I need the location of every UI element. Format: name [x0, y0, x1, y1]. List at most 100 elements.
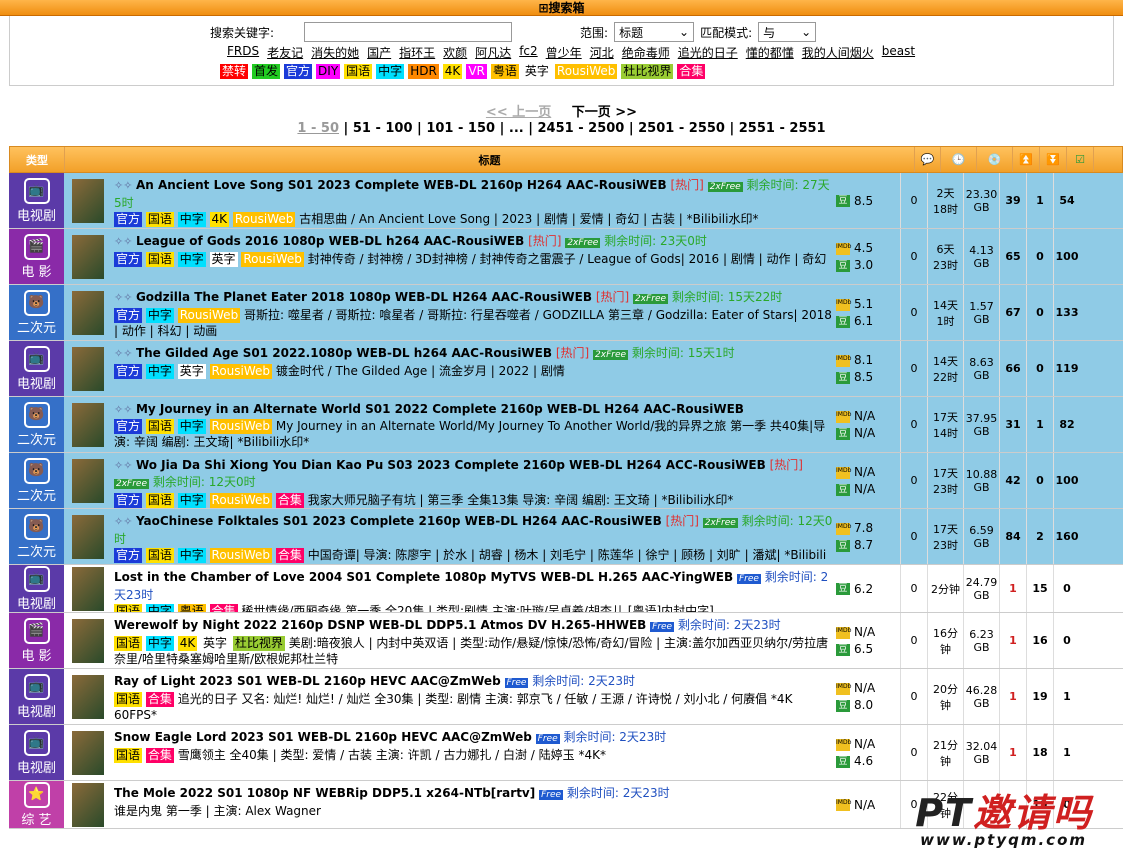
comments-icon[interactable]: 💬	[915, 147, 941, 172]
hot-word-link[interactable]: 老友记	[267, 44, 303, 61]
mode-select[interactable]: 与 ⌄	[758, 22, 817, 42]
leechers-count[interactable]: 16	[1026, 613, 1053, 668]
category-cell[interactable]: 🐻 二次元	[9, 509, 64, 564]
disk-icon[interactable]: 💿	[977, 147, 1013, 172]
torrent-title-link[interactable]: Godzilla The Planet Eater 2018 1080p WEB…	[136, 290, 592, 304]
seeders-count[interactable]: 42	[999, 453, 1026, 508]
comments-count[interactable]: 0	[900, 453, 927, 508]
category-cell[interactable]: 📺 电视剧	[9, 669, 64, 724]
tag-filter[interactable]: 杜比视界	[621, 64, 674, 79]
torrent-title-link[interactable]: Lost in the Chamber of Love 2004 S01 Com…	[114, 570, 733, 584]
hot-word-link[interactable]: FRDS	[227, 44, 259, 61]
completed-count[interactable]: 160	[1053, 509, 1080, 564]
seeders-count[interactable]: 84	[999, 509, 1026, 564]
category-cell[interactable]: 🎬 电 影	[9, 229, 64, 284]
hot-word-link[interactable]: 指环王	[399, 44, 435, 61]
seeders-count[interactable]: 66	[999, 341, 1026, 396]
tag-filter[interactable]: 粤语	[490, 64, 519, 79]
hot-word-link[interactable]: 绝命毒师	[622, 44, 670, 61]
tag-filter[interactable]: VR	[466, 64, 487, 79]
poster-thumb[interactable]	[72, 565, 106, 612]
range-select[interactable]: 标题 ⌄	[614, 22, 695, 42]
table-row[interactable]: 🐻 二次元 ✧✧ My Journey in an Alternate World …	[9, 397, 1123, 453]
hot-word-link[interactable]: 欢颜	[443, 44, 467, 61]
comments-count[interactable]: 0	[900, 285, 927, 340]
leechers-count[interactable]: 19	[1026, 669, 1053, 724]
poster-thumb[interactable]	[72, 669, 106, 724]
tag-filter[interactable]: 中字	[376, 64, 405, 79]
poster-thumb[interactable]	[72, 453, 106, 508]
col-title[interactable]: 标题	[65, 147, 915, 172]
table-row[interactable]: 🐻 二次元 ✧✧ YaoChinese Folktales S01 2023 Com…	[9, 509, 1123, 565]
tag-filter[interactable]: 国语	[344, 64, 373, 79]
tag-filter[interactable]: 英字	[522, 64, 551, 79]
category-cell[interactable]: 🐻 二次元	[9, 397, 64, 452]
category-cell[interactable]: 📺 电视剧	[9, 173, 64, 228]
hot-word-link[interactable]: 我的人间烟火	[802, 44, 874, 61]
hot-word-link[interactable]: 曾少年	[546, 44, 582, 61]
page-link[interactable]: 1 - 50	[297, 121, 339, 136]
page-link[interactable]: ...	[509, 121, 524, 136]
poster-thumb[interactable]	[72, 613, 106, 668]
comments-count[interactable]: 0	[900, 341, 927, 396]
hot-word-link[interactable]: 消失的她	[311, 44, 359, 61]
prev-page-link[interactable]: << 上一页	[486, 105, 551, 120]
completed-count[interactable]: 1	[1053, 669, 1080, 724]
seeders-count[interactable]: 65	[999, 229, 1026, 284]
poster-thumb[interactable]	[72, 173, 106, 228]
completed-count[interactable]: 100	[1053, 229, 1080, 284]
leechers-count[interactable]: 2	[1026, 509, 1053, 564]
table-row[interactable]: 🐻 二次元 ✧✧ Wo Jia Da Shi Xiong You Dian Kao …	[9, 453, 1123, 509]
page-link[interactable]: 2551 - 2551	[739, 121, 826, 136]
table-row[interactable]: 📺 电视剧 ✧✧ An Ancient Love Song S01 2023 Com…	[9, 173, 1123, 229]
page-link[interactable]: 2501 - 2550	[638, 121, 725, 136]
comments-count[interactable]: 0	[900, 613, 927, 668]
poster-thumb[interactable]	[72, 229, 106, 284]
seeders-count[interactable]: 31	[999, 397, 1026, 452]
comments-count[interactable]: 0	[900, 229, 927, 284]
torrent-title-link[interactable]: The Mole 2022 S01 1080p NF WEBRip DDP5.1…	[114, 786, 535, 800]
table-row[interactable]: 📺 电视剧 Snow Eagle Lord 2023 S01 WEB-DL 2160…	[9, 725, 1123, 781]
hot-word-link[interactable]: 阿凡达	[475, 44, 511, 61]
clock-icon[interactable]: 🕒	[941, 147, 977, 172]
category-cell[interactable]: 🐻 二次元	[9, 453, 64, 508]
completed-count[interactable]: 0	[1053, 565, 1080, 612]
completed-count[interactable]: 133	[1053, 285, 1080, 340]
hot-word-link[interactable]: beast	[882, 44, 915, 61]
completed-count[interactable]: 119	[1053, 341, 1080, 396]
torrent-title-link[interactable]: Ray of Light 2023 S01 WEB-DL 2160p HEVC …	[114, 674, 501, 688]
leechers-count[interactable]: 0	[1026, 341, 1053, 396]
page-link[interactable]: 51 - 100	[353, 121, 413, 136]
poster-thumb[interactable]	[72, 397, 106, 452]
tag-filter[interactable]: 官方	[284, 64, 313, 79]
torrent-title-link[interactable]: My Journey in an Alternate World S01 202…	[136, 402, 744, 416]
poster-thumb[interactable]	[72, 509, 106, 564]
comments-count[interactable]: 0	[900, 725, 927, 780]
tag-filter[interactable]: RousiWeb	[554, 64, 618, 79]
hot-word-link[interactable]: 懂的都懂	[746, 44, 794, 61]
leechers-count[interactable]: 0	[1026, 285, 1053, 340]
completed-count[interactable]: 100	[1053, 453, 1080, 508]
torrent-title-link[interactable]: Werewolf by Night 2022 2160p DSNP WEB-DL…	[114, 618, 646, 632]
table-row[interactable]: 📺 电视剧 ✧✧ The Gilded Age S01 2022.1080p WEB…	[9, 341, 1123, 397]
poster-thumb[interactable]	[72, 725, 106, 780]
table-row[interactable]: 📺 电视剧 Ray of Light 2023 S01 WEB-DL 2160p H…	[9, 669, 1123, 725]
poster-thumb[interactable]	[72, 285, 106, 340]
seeders-icon[interactable]: ⏫	[1013, 147, 1040, 172]
table-row[interactable]: 📺 电视剧 Lost in the Chamber of Love 2004 S01…	[9, 565, 1123, 613]
comments-count[interactable]: 0	[900, 397, 927, 452]
completed-count[interactable]: 82	[1053, 397, 1080, 452]
category-cell[interactable]: 📺 电视剧	[9, 725, 64, 780]
page-link[interactable]: 2451 - 2500	[538, 121, 625, 136]
tag-filter[interactable]: 禁转	[220, 64, 249, 79]
tag-filter[interactable]: DIY	[316, 64, 341, 79]
hot-word-link[interactable]: fc2	[519, 44, 537, 61]
search-toggle-bar[interactable]: ⊞搜索箱	[0, 0, 1123, 16]
comments-count[interactable]: 0	[900, 509, 927, 564]
hot-word-link[interactable]: 河北	[590, 44, 614, 61]
leechers-count[interactable]: 15	[1026, 565, 1053, 612]
leechers-count[interactable]: 1	[1026, 173, 1053, 228]
seeders-count[interactable]: 1	[999, 565, 1026, 612]
seeders-count[interactable]: 1	[999, 613, 1026, 668]
tag-filter[interactable]: 4K	[442, 64, 463, 79]
